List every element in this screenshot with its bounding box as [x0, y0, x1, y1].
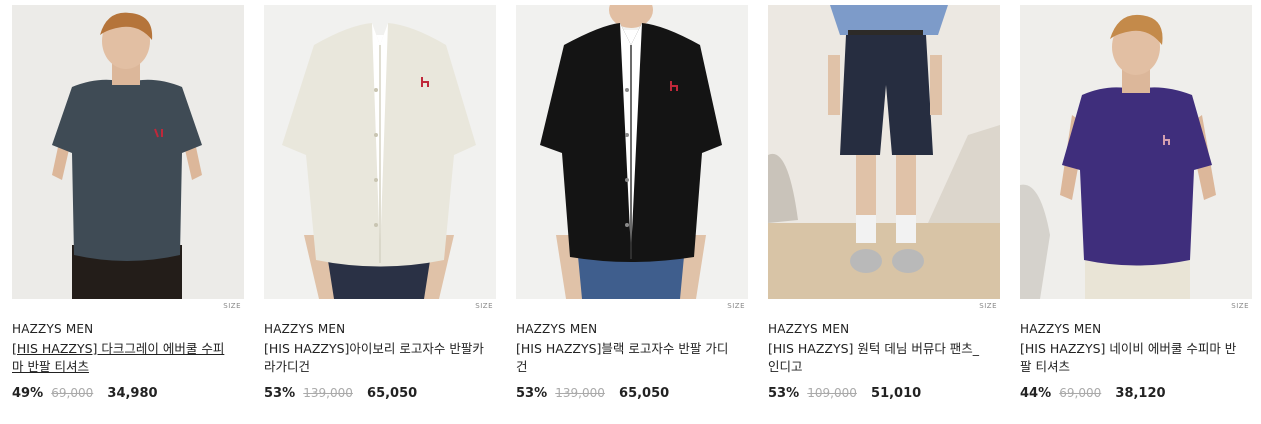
product-name-link[interactable]: [HIS HAZZYS] 다크그레이 에버쿨 수피마 반팔 티셔츠	[12, 340, 234, 376]
product-image[interactable]	[264, 5, 496, 299]
product-image[interactable]	[12, 5, 244, 299]
product-card[interactable]: SIZE HAZZYS MEN [HIS HAZZYS] 다크그레이 에버쿨 수…	[12, 5, 244, 401]
discount-rate: 53%	[768, 386, 800, 401]
size-label: SIZE	[1231, 302, 1249, 310]
brand-name: HAZZYS MEN	[12, 322, 94, 336]
original-price: 139,000	[555, 386, 605, 400]
brand-name: HAZZYS MEN	[516, 322, 598, 336]
price-row: 53% 109,000 51,010	[768, 386, 921, 401]
size-label: SIZE	[475, 302, 493, 310]
original-price: 139,000	[303, 386, 353, 400]
price-row: 49% 69,000 34,980	[12, 386, 158, 401]
original-price: 69,000	[1059, 386, 1102, 400]
size-label: SIZE	[979, 302, 997, 310]
product-image[interactable]	[768, 5, 1000, 299]
price-row: 53% 139,000 65,050	[516, 386, 669, 401]
size-label: SIZE	[223, 302, 241, 310]
discount-rate: 49%	[12, 386, 44, 401]
sale-price: 38,120	[1115, 386, 1166, 401]
discount-rate: 53%	[516, 386, 548, 401]
product-name-link[interactable]: [HIS HAZZYS] 원턱 데님 버뮤다 팬츠_ 인디고	[768, 340, 990, 376]
price-row: 53% 139,000 65,050	[264, 386, 417, 401]
product-card[interactable]: SIZE HAZZYS MEN [HIS HAZZYS] 원턱 데님 버뮤다 팬…	[768, 5, 1000, 401]
product-image[interactable]	[1020, 5, 1252, 299]
sale-price: 65,050	[619, 386, 670, 401]
sale-price: 34,980	[107, 386, 158, 401]
product-card[interactable]: SIZE HAZZYS MEN [HIS HAZZYS]블랙 로고자수 반팔 가…	[516, 5, 748, 401]
sale-price: 65,050	[367, 386, 418, 401]
price-row: 44% 69,000 38,120	[1020, 386, 1166, 401]
product-name-link[interactable]: [HIS HAZZYS]아이보리 로고자수 반팔카라가디건	[264, 340, 486, 376]
product-image[interactable]	[516, 5, 748, 299]
original-price: 69,000	[51, 386, 94, 400]
size-label: SIZE	[727, 302, 745, 310]
brand-name: HAZZYS MEN	[264, 322, 346, 336]
discount-rate: 53%	[264, 386, 296, 401]
brand-name: HAZZYS MEN	[768, 322, 850, 336]
original-price: 109,000	[807, 386, 857, 400]
product-grid: SIZE HAZZYS MEN [HIS HAZZYS] 다크그레이 에버쿨 수…	[0, 0, 1261, 424]
product-card[interactable]: SIZE HAZZYS MEN [HIS HAZZYS] 네이비 에버쿨 수피마…	[1020, 5, 1252, 401]
discount-rate: 44%	[1020, 386, 1052, 401]
sale-price: 51,010	[871, 386, 922, 401]
product-name-link[interactable]: [HIS HAZZYS]블랙 로고자수 반팔 가디건	[516, 340, 738, 376]
brand-name: HAZZYS MEN	[1020, 322, 1102, 336]
product-name-link[interactable]: [HIS HAZZYS] 네이비 에버쿨 수피마 반팔 티셔츠	[1020, 340, 1242, 376]
product-card[interactable]: SIZE HAZZYS MEN [HIS HAZZYS]아이보리 로고자수 반팔…	[264, 5, 496, 401]
